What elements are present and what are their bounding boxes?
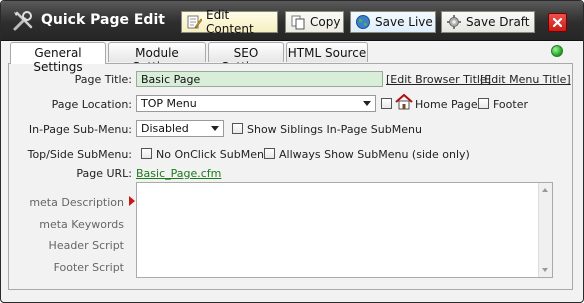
page-location-select[interactable]: TOP Menu — [136, 95, 376, 112]
tools-icon — [13, 11, 33, 31]
title-bar: Quick Page Edit Edit Content Copy Save L… — [1, 1, 583, 41]
save-live-button[interactable]: Save Live — [350, 11, 436, 33]
tab-html-source[interactable]: HTML Source — [286, 42, 368, 62]
page-location-value: TOP Menu — [141, 97, 197, 110]
status-indicator — [551, 45, 563, 57]
scroll-down-icon[interactable] — [542, 268, 548, 272]
footer-script-tab[interactable]: Footer Script — [9, 261, 124, 274]
page-url-label: Page URL: — [76, 167, 132, 180]
in-page-submenu-value: Disabled — [141, 122, 189, 135]
show-siblings-label: Show Siblings In-Page SubMenu — [247, 123, 422, 136]
meta-description-textarea[interactable] — [136, 182, 553, 278]
save-draft-label: Save Draft — [466, 15, 530, 29]
edit-menu-title-link[interactable]: [Edit Menu Title] — [480, 73, 571, 86]
show-siblings-checkbox[interactable] — [232, 123, 243, 134]
footer-label: Footer — [493, 98, 528, 111]
edit-browser-title-link[interactable]: [Edit Browser Title] — [386, 73, 491, 86]
in-page-submenu-label: In-Page Sub-Menu: — [28, 123, 132, 136]
page-title-input[interactable]: Basic Page — [136, 71, 383, 87]
tab-general-settings[interactable]: General Settings — [10, 42, 106, 74]
globe-icon — [356, 15, 370, 29]
home-page-checkbox[interactable] — [381, 98, 392, 109]
in-page-submenu-select[interactable]: Disabled — [136, 120, 224, 137]
quick-page-edit-window: Quick Page Edit Edit Content Copy Save L… — [0, 0, 584, 303]
edit-content-icon — [187, 15, 202, 29]
meta-description-tab[interactable]: meta Description — [9, 196, 124, 209]
header-script-tab[interactable]: Header Script — [9, 239, 124, 252]
meta-keywords-tab[interactable]: meta Keywords — [9, 218, 124, 231]
tab-seo-settings[interactable]: SEO Settings — [208, 42, 284, 74]
edit-content-label: Edit Content — [206, 8, 254, 36]
no-onclick-submenu-checkbox[interactable] — [141, 148, 152, 159]
no-onclick-submenu-label: No OnClick SubMenu — [156, 148, 271, 161]
textarea-scrollbar[interactable] — [538, 183, 552, 277]
tab-module-settings[interactable]: Module Settings — [108, 42, 206, 74]
close-icon — [552, 17, 563, 28]
page-url-link[interactable]: Basic_Page.cfm — [136, 167, 221, 180]
save-draft-button[interactable]: Save Draft — [441, 11, 535, 33]
edit-content-button[interactable]: Edit Content — [181, 8, 278, 36]
copy-label: Copy — [310, 15, 341, 29]
window-title: Quick Page Edit — [41, 12, 165, 28]
active-arrow-icon — [129, 196, 135, 206]
top-side-submenu-label: Top/Side SubMenu: — [27, 148, 132, 161]
footer-checkbox[interactable] — [478, 98, 489, 109]
chevron-down-icon — [211, 126, 219, 131]
save-live-label: Save Live — [375, 15, 433, 29]
always-show-submenu-checkbox[interactable] — [264, 148, 275, 159]
chevron-down-icon — [363, 101, 371, 106]
scroll-up-icon[interactable] — [542, 188, 548, 192]
close-button[interactable] — [548, 13, 567, 32]
copy-icon — [291, 15, 305, 30]
copy-button[interactable]: Copy — [285, 11, 344, 33]
page-location-label: Page Location: — [51, 98, 132, 111]
gear-icon — [447, 15, 461, 29]
always-show-submenu-label: Allways Show SubMenu (side only) — [279, 148, 470, 161]
home-icon — [395, 94, 413, 110]
page-title-label: Page Title: — [74, 73, 132, 86]
home-page-label: Home Page — [415, 98, 478, 111]
